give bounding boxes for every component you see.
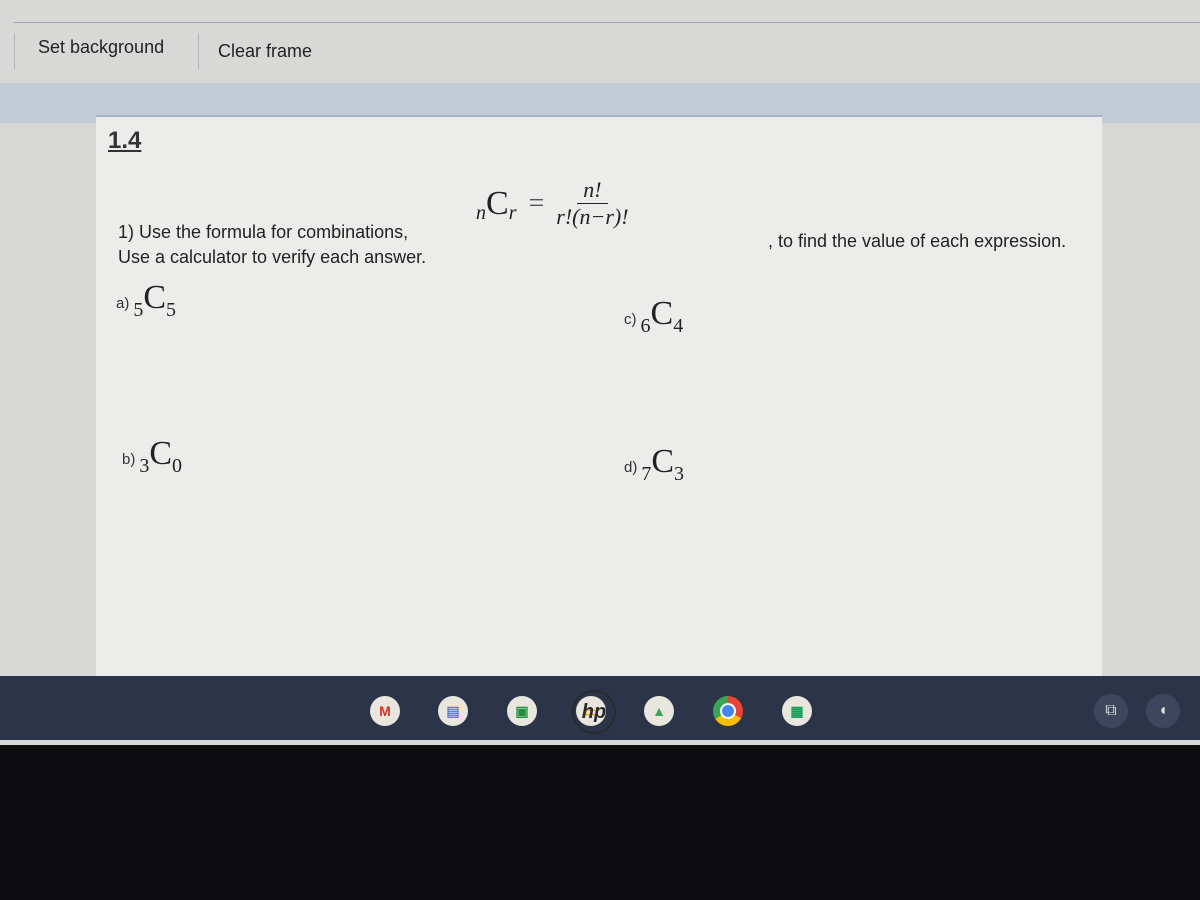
hp-logo: hp — [572, 690, 616, 734]
section-title: 1.4 — [108, 127, 142, 154]
formula-fraction: n! r!(n−r)! — [556, 177, 628, 230]
clear-frame-button[interactable]: Clear frame — [210, 41, 320, 62]
item-d: d) 7C3 — [624, 443, 685, 485]
item-b: b) 3C0 — [122, 435, 183, 477]
item-r: 0 — [172, 455, 183, 477]
content-panel: 1.4 1) Use the formula for combinations,… — [96, 115, 1102, 687]
docs-icon[interactable]: ▤ — [438, 696, 468, 726]
item-n: 6 — [640, 315, 651, 337]
volume-icon[interactable]: ◖ — [1146, 694, 1180, 728]
item-r: 5 — [166, 299, 177, 321]
item-label: b) — [122, 451, 136, 468]
formula-c: C — [486, 184, 509, 222]
chrome-icon[interactable] — [713, 696, 743, 726]
set-background-button[interactable]: Set background — [30, 37, 172, 58]
drive-icon[interactable]: ▲ — [644, 696, 674, 726]
item-r: 4 — [673, 315, 684, 337]
item-label: d) — [624, 459, 638, 476]
toolbar: Set background Clear frame — [14, 22, 1200, 81]
item-label: a) — [116, 295, 130, 312]
question-text: 1) Use the formula for combinations, Use… — [118, 220, 426, 270]
gmail-icon[interactable]: M — [370, 696, 400, 726]
question-line: 1) Use the formula for combinations, — [118, 222, 409, 242]
question-line: Use a calculator to verify each answer. — [118, 247, 427, 267]
classroom-icon[interactable]: ▣ — [507, 696, 537, 726]
formula-r: r — [508, 202, 517, 224]
divider — [14, 33, 15, 69]
item-r: 3 — [674, 463, 685, 485]
question-tail: , to find the value of each expression. — [768, 231, 1067, 251]
item-n: 3 — [139, 455, 150, 477]
combination-formula: n C r = n! r!(n−r)! — [476, 177, 629, 230]
item-n: 7 — [641, 463, 652, 485]
item-n: 5 — [133, 299, 144, 321]
screen: Set background Clear frame 1.4 1) Use th… — [0, 0, 1200, 745]
item-c: c) 6C4 — [624, 295, 684, 337]
sheets-icon[interactable]: ▦ — [782, 696, 812, 726]
formula-equals: = — [528, 187, 545, 219]
formula-denominator: r!(n−r)! — [556, 204, 629, 229]
formula-numerator: n! — [577, 177, 608, 204]
divider — [198, 33, 199, 69]
item-a: a) 5C5 — [116, 279, 177, 321]
formula-n: n — [476, 202, 486, 224]
item-label: c) — [624, 311, 637, 328]
screenshot-icon[interactable]: ⧉ — [1094, 694, 1128, 728]
